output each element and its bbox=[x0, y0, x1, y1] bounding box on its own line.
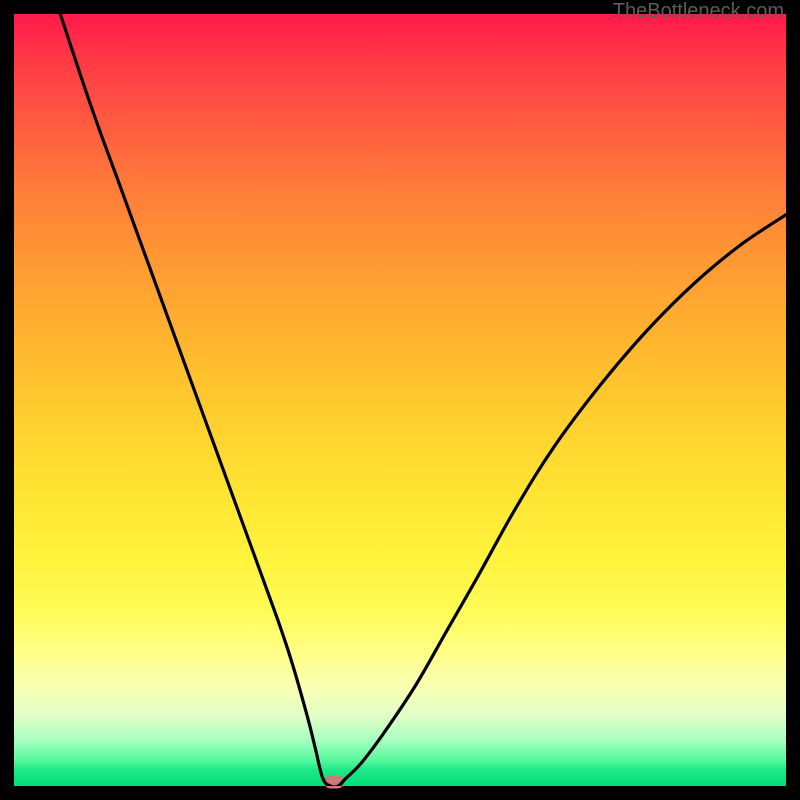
plot-area bbox=[14, 14, 786, 786]
watermark-text: TheBottleneck.com bbox=[613, 0, 784, 23]
bottleneck-curve bbox=[14, 14, 786, 786]
chart-container: TheBottleneck.com bbox=[0, 0, 800, 800]
curve-path bbox=[60, 14, 786, 786]
